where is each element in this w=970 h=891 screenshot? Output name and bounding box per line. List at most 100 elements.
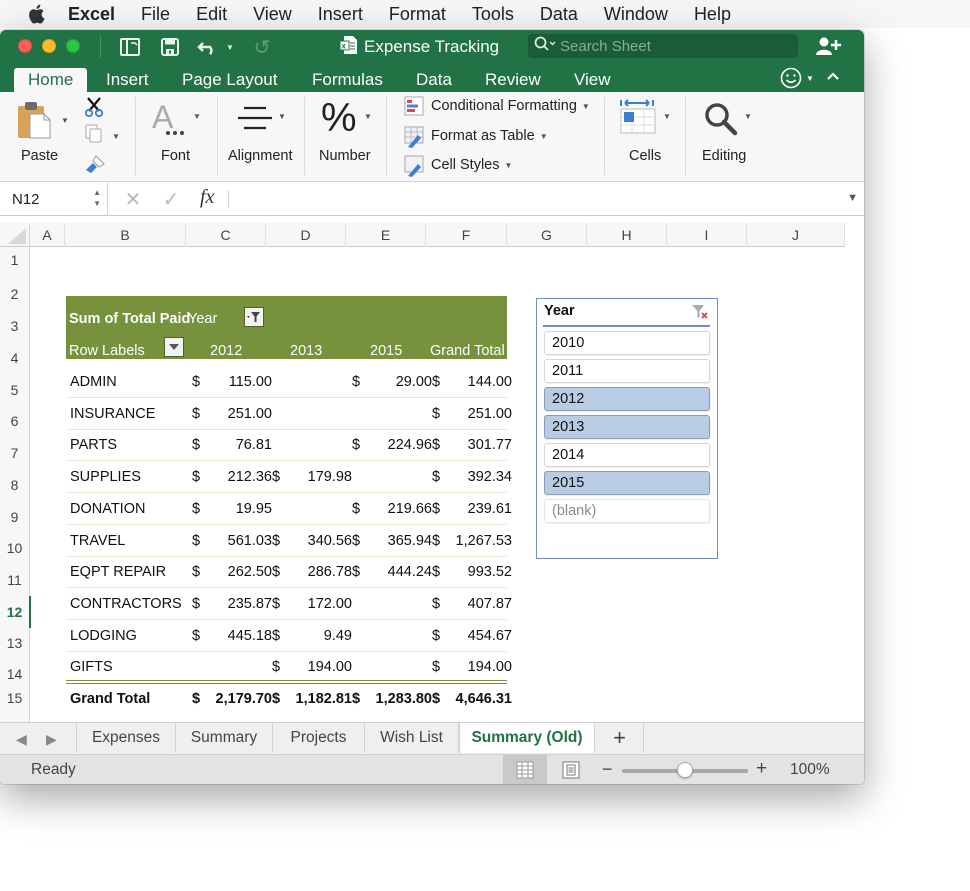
row-header-7[interactable]: 7	[0, 437, 29, 469]
menu-edit[interactable]: Edit	[196, 4, 227, 25]
row-header-1[interactable]: 1	[0, 247, 29, 273]
undo-dropdown-icon[interactable]: ▼	[224, 36, 236, 58]
pivot-row-supplies-value-1[interactable]: $179.98	[272, 469, 352, 489]
year-filter-button[interactable]	[244, 307, 264, 327]
menu-file[interactable]: File	[141, 4, 170, 25]
row-header-4[interactable]: 4	[0, 342, 29, 374]
pivot-row-lodging-value-1[interactable]: $9.49	[272, 628, 352, 648]
cancel-entry-icon[interactable]: ✕	[122, 188, 144, 211]
pivot-row-contractors-value-0[interactable]: $235.87	[192, 596, 272, 616]
format-painter-icon[interactable]	[84, 154, 106, 179]
pivot-row-parts-value-1[interactable]	[272, 437, 352, 457]
collapse-ribbon-icon[interactable]	[826, 69, 840, 88]
pivot-row-donation-value-0[interactable]: $19.95	[192, 501, 272, 521]
pivot-row-admin-label[interactable]: ADMIN	[70, 374, 117, 390]
pivot-row-parts-label[interactable]: PARTS	[70, 437, 117, 453]
row-header-15[interactable]: 15	[0, 687, 29, 709]
clear-filter-icon[interactable]	[691, 304, 709, 325]
pivot-row-insurance-value-total[interactable]: $251.00	[432, 406, 512, 426]
row-header-5[interactable]: 5	[0, 374, 29, 406]
pivot-row-eqpt-repair-value-0[interactable]: $262.50	[192, 564, 272, 584]
pivot-row-eqpt-repair-value-total[interactable]: $993.52	[432, 564, 512, 584]
row-header-12[interactable]: 12	[0, 596, 31, 628]
normal-view-button[interactable]	[503, 755, 547, 784]
zoom-in-button[interactable]: +	[756, 758, 767, 780]
row-header-9[interactable]: 9	[0, 501, 29, 533]
pivot-row-eqpt-repair-value-2[interactable]: $444.24	[352, 564, 432, 584]
pivot-grand-total-label[interactable]: Grand Total	[70, 691, 150, 707]
row-header-8[interactable]: 8	[0, 469, 29, 501]
apple-icon[interactable]	[24, 4, 48, 24]
row-header-3[interactable]: 3	[0, 310, 29, 342]
menu-data[interactable]: Data	[540, 4, 578, 25]
conditional-formatting-button[interactable]: Conditional Formatting ▼	[404, 96, 590, 116]
slicer-item-2013[interactable]: 2013	[544, 415, 710, 439]
zoom-out-button[interactable]: −	[602, 759, 613, 780]
select-all-button[interactable]	[0, 223, 30, 247]
pivot-row-supplies-value-2[interactable]	[352, 469, 432, 489]
minimize-window-button[interactable]	[42, 39, 56, 53]
row-header-10[interactable]: 10	[0, 532, 29, 564]
name-box[interactable]: ▲▼	[0, 182, 108, 216]
row-header-11[interactable]: 11	[0, 564, 29, 596]
cell-styles-button[interactable]: Cell Styles ▼	[404, 155, 512, 177]
menu-app-excel[interactable]: Excel	[68, 4, 115, 25]
pivot-row-insurance-value-0[interactable]: $251.00	[192, 406, 272, 426]
page-layout-view-button[interactable]	[549, 755, 593, 784]
pivot-row-eqpt-repair-value-1[interactable]: $286.78	[272, 564, 352, 584]
pivot-row-insurance-value-2[interactable]	[352, 406, 432, 426]
pivot-row-supplies-value-0[interactable]: $212.36	[192, 469, 272, 489]
slicer-item-2010[interactable]: 2010	[544, 331, 710, 355]
undo-icon[interactable]	[196, 36, 220, 58]
paste-icon[interactable]	[16, 100, 52, 145]
tab-view[interactable]: View	[560, 68, 625, 92]
column-header-g[interactable]: G	[507, 223, 587, 247]
pivot-row-eqpt-repair-label[interactable]: EQPT REPAIR	[70, 564, 166, 580]
next-sheet-icon[interactable]: ▶	[46, 731, 57, 748]
pivot-row-donation-value-1[interactable]	[272, 501, 352, 521]
menu-window[interactable]: Window	[604, 4, 668, 25]
pivot-row-gifts-value-0[interactable]	[192, 659, 272, 679]
column-header-h[interactable]: H	[587, 223, 667, 247]
feedback-smiley-icon[interactable]: ▼	[780, 67, 814, 89]
alignment-group[interactable]: ▼ Alignment	[218, 92, 302, 182]
name-box-input[interactable]	[12, 190, 82, 208]
menu-tools[interactable]: Tools	[472, 4, 514, 25]
cells-group[interactable]: ▼ Cells	[605, 92, 685, 182]
slicer-item-blank[interactable]: (blank)	[544, 499, 710, 523]
pivot-row-travel-value-1[interactable]: $340.56	[272, 533, 352, 553]
confirm-entry-icon[interactable]: ✓	[160, 188, 182, 211]
pivot-row-admin-value-0[interactable]: $115.00	[192, 374, 272, 394]
pivot-grand-total-value-total[interactable]: $4,646.31	[432, 691, 512, 711]
font-group[interactable]: A ▼ Font	[136, 92, 216, 182]
pivot-row-parts-value-0[interactable]: $76.81	[192, 437, 272, 457]
share-add-person-icon[interactable]	[816, 36, 842, 61]
row-header-13[interactable]: 13	[0, 627, 29, 659]
formula-input[interactable]	[236, 186, 826, 212]
pivot-row-gifts-label[interactable]: GIFTS	[70, 659, 113, 675]
pivot-row-contractors-label[interactable]: CONTRACTORS	[70, 596, 182, 612]
tab-insert[interactable]: Insert	[92, 68, 163, 92]
pivot-row-lodging-value-total[interactable]: $454.67	[432, 628, 512, 648]
pivot-row-insurance-label[interactable]: INSURANCE	[70, 406, 155, 422]
slicer-item-2015[interactable]: 2015	[544, 471, 710, 495]
tab-data[interactable]: Data	[402, 68, 466, 92]
paste-dropdown-icon[interactable]: ▼	[61, 116, 69, 125]
tab-home[interactable]: Home	[14, 68, 88, 92]
zoom-slider-thumb[interactable]	[677, 762, 693, 778]
column-header-e[interactable]: E	[346, 223, 426, 247]
cut-icon[interactable]	[84, 96, 104, 123]
expand-formula-bar-icon[interactable]: ▼	[847, 192, 858, 204]
pivot-row-gifts-value-1[interactable]: $194.00	[272, 659, 352, 679]
pivot-row-lodging-value-0[interactable]: $445.18	[192, 628, 272, 648]
column-header-c[interactable]: C	[186, 223, 266, 247]
tab-page-layout[interactable]: Page Layout	[168, 68, 291, 92]
paste-label[interactable]: Paste	[21, 148, 58, 164]
pivot-row-travel-label[interactable]: TRAVEL	[70, 533, 125, 549]
pivot-row-contractors-value-total[interactable]: $407.87	[432, 596, 512, 616]
close-window-button[interactable]	[18, 39, 32, 53]
tab-formulas[interactable]: Formulas	[298, 68, 397, 92]
pivot-grand-total-value-0[interactable]: $2,179.70	[192, 691, 272, 711]
save-icon[interactable]	[158, 36, 182, 58]
column-header-f[interactable]: F	[426, 223, 507, 247]
